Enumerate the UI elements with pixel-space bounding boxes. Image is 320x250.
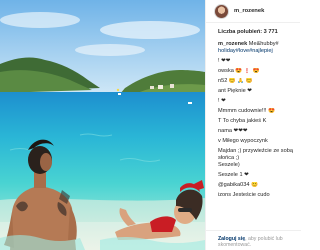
comment-item: Seszele 1 ❤ xyxy=(218,172,249,178)
beach-photo-illustration xyxy=(0,0,205,250)
comment-item: v Miłego wypoczynk xyxy=(218,138,268,144)
post-sidebar: m_rozenek Liczba polubień: 3 771 m_rozen… xyxy=(205,0,301,250)
comment-item: ! ❤ xyxy=(218,98,226,104)
login-prompt: Zaloguj się, aby polubić lub skomentować… xyxy=(206,230,301,250)
post-username[interactable]: m_rozenek xyxy=(234,8,264,15)
comment-item: Seszele) xyxy=(218,162,240,168)
comment-item: @gabika034 😊 xyxy=(218,182,259,188)
comment-item: ant Pięknie ❤ xyxy=(218,88,252,94)
instagram-post-embed: m_rozenek Liczba polubień: 3 771 m_rozen… xyxy=(0,0,301,250)
caption-username[interactable]: m_rozenek xyxy=(218,41,247,47)
post-header: m_rozenek xyxy=(206,0,300,23)
comments-list: m_rozenek Me&hubby# holiday#love#najlepi… xyxy=(206,37,300,202)
comment-item: owska 😍 ❗ 😍 xyxy=(218,68,260,74)
comment-item: izons Jesteście cudo xyxy=(218,192,270,198)
comment-item: T To chyba jakieś K xyxy=(218,118,267,124)
comment-item: nama ❤❤❤ xyxy=(218,128,248,134)
post-caption: m_rozenek Me&hubby# holiday#love#najlepi… xyxy=(218,41,298,55)
profile-avatar-icon[interactable] xyxy=(214,3,229,19)
comment-item: ! ❤❤ xyxy=(218,58,231,64)
comment-item: n52 😊 🙏 😊 xyxy=(218,78,253,84)
post-photo[interactable] xyxy=(0,0,205,250)
comment-item: Mmmm cudownie!!! 😍 xyxy=(218,108,276,114)
comment-item: Majdan ;) przywieźcie ze sobą słońca ;) xyxy=(218,148,293,161)
likes-count[interactable]: Liczba polubień: 3 771 xyxy=(206,23,300,37)
caption-text: Me&hubby# xyxy=(248,41,279,47)
caption-hashtags[interactable]: holiday#love#najlepiej xyxy=(218,48,273,54)
